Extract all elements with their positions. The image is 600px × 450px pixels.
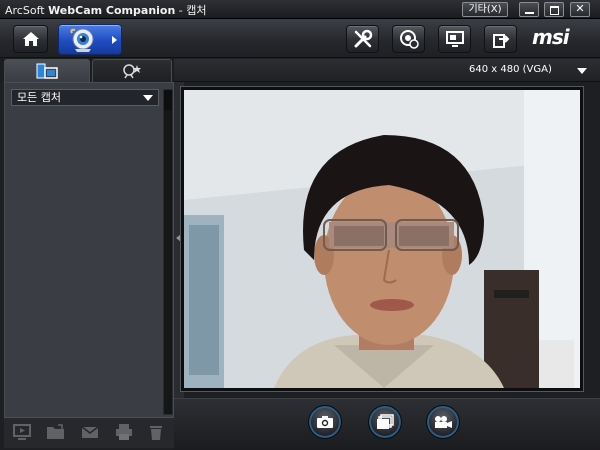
photo-album-icon (36, 63, 58, 79)
print-icon[interactable] (114, 423, 134, 441)
home-icon (22, 32, 39, 46)
close-icon: ✕ (575, 2, 585, 15)
close-button[interactable]: ✕ (570, 2, 590, 17)
chevron-right-icon (112, 36, 117, 44)
etc-button[interactable]: 기타(X) (462, 2, 508, 17)
video-camera-icon (435, 416, 452, 428)
monitor-icon (445, 31, 464, 47)
chevron-down-icon[interactable] (577, 68, 587, 74)
tab-album[interactable] (4, 59, 90, 82)
title-prefix: ArcSoft (5, 4, 49, 17)
preview-frame (180, 86, 584, 392)
resolution-selector[interactable]: 640 x 480 (VGA) (469, 64, 552, 75)
title-bar: ArcSoft WebCam Companion - 캡처 기타(X) ✕ (0, 0, 600, 19)
slideshow-icon[interactable] (12, 423, 32, 441)
title-app: WebCam Companion (48, 4, 176, 17)
capture-filter-dropdown[interactable]: 모든 캡처 (11, 89, 159, 106)
burst-capture-button[interactable] (368, 405, 402, 439)
open-folder-icon[interactable] (46, 423, 66, 441)
email-icon[interactable] (80, 423, 100, 441)
album-actions-bar (4, 418, 174, 448)
maximize-button[interactable] (544, 2, 564, 17)
chevron-down-icon (143, 95, 153, 101)
window-title: ArcSoft WebCam Companion - 캡처 (5, 2, 207, 18)
take-photo-button[interactable] (308, 405, 342, 439)
album-scrollbar[interactable] (163, 89, 173, 415)
tools-icon (354, 29, 372, 48)
tab-effects[interactable] (92, 59, 172, 82)
camera-icon (317, 416, 333, 428)
export-button[interactable] (484, 25, 517, 53)
trash-icon[interactable] (146, 423, 166, 441)
home-button[interactable] (13, 25, 48, 53)
webcam-feed-image (184, 90, 580, 388)
scrollbar-thumb[interactable] (164, 90, 172, 110)
minimize-button[interactable] (519, 2, 539, 17)
monitor-button[interactable] (438, 25, 471, 53)
left-panel-tabs (0, 59, 174, 82)
magic-effects-icon (123, 64, 141, 79)
webcam-capture-icon (70, 28, 94, 52)
tools-button[interactable] (346, 25, 379, 53)
msi-logo: msi (532, 25, 570, 49)
capture-filter-value: 모든 캡처 (17, 91, 61, 104)
export-icon (492, 34, 509, 48)
capture-mode-button[interactable] (58, 24, 122, 55)
title-suffix: - 캡처 (175, 4, 207, 17)
webcam-live-preview (184, 90, 580, 388)
preview-header: 640 x 480 (VGA) (174, 59, 600, 82)
main-toolbar: msi (0, 19, 600, 58)
webcam-settings-button[interactable] (392, 25, 425, 53)
record-video-button[interactable] (426, 405, 460, 439)
burst-frames-icon (377, 414, 394, 429)
webcam-settings-icon (399, 30, 419, 49)
album-panel: 모든 캡처 (4, 82, 174, 418)
capture-controls (174, 398, 600, 450)
